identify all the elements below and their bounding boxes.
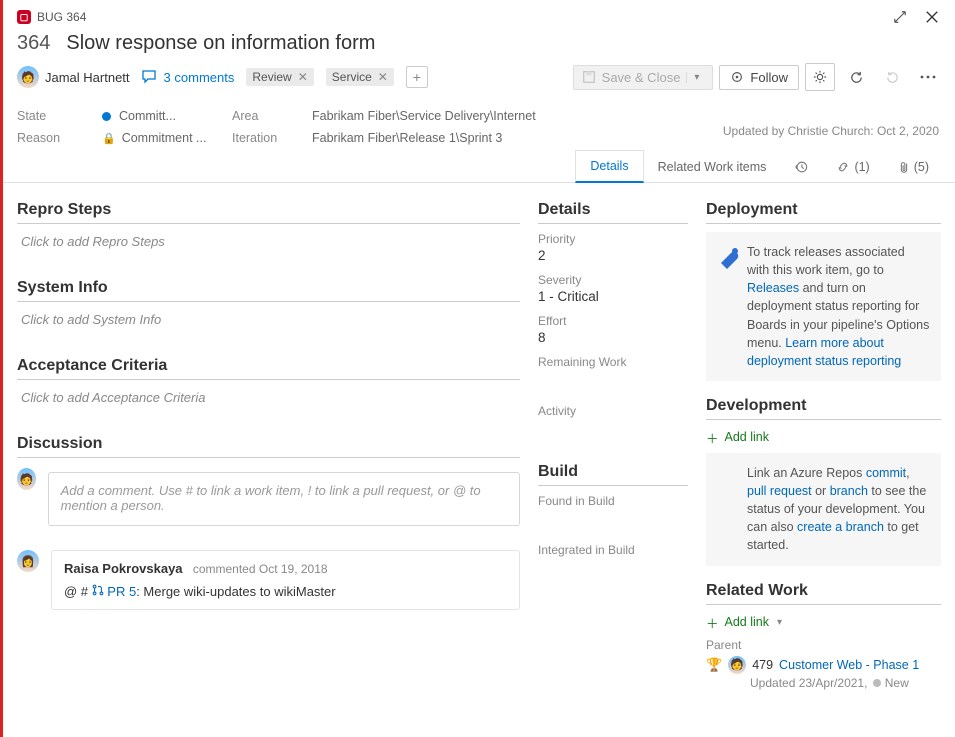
repro-steps-input[interactable]: Click to add Repro Steps [17, 232, 520, 251]
reason-value[interactable]: 🔒Commitment ... [102, 131, 232, 145]
tag-service[interactable]: Service ✕ [326, 68, 394, 86]
deployment-heading: Deployment [706, 201, 941, 219]
pull-request-icon [92, 584, 108, 599]
add-tag-button[interactable]: + [406, 66, 428, 88]
work-item-title[interactable]: Slow response on information form [66, 32, 375, 55]
severity-value[interactable]: 1 - Critical [538, 289, 688, 304]
remaining-work-value[interactable] [538, 371, 688, 386]
work-item-id: 364 [17, 32, 50, 55]
pr-link[interactable]: PR 5 [107, 584, 136, 599]
state-value[interactable]: Committ... [102, 109, 232, 123]
settings-icon[interactable] [805, 63, 835, 91]
system-info-heading: System Info [17, 279, 520, 297]
related-work-heading: Related Work [706, 582, 941, 600]
main-content: Repro Steps Click to add Repro Steps Sys… [3, 183, 955, 716]
priority-label: Priority [538, 232, 688, 246]
tab-links[interactable]: (1) [822, 152, 883, 182]
parent-link[interactable]: Customer Web - Phase 1 [779, 658, 919, 672]
remaining-work-label: Remaining Work [538, 355, 688, 369]
title-row: 364 Slow response on information form [3, 30, 955, 63]
details-heading: Details [538, 201, 688, 219]
more-actions-icon[interactable] [913, 63, 943, 91]
effort-label: Effort [538, 314, 688, 328]
comment-author: Raisa Pokrovskaya [64, 561, 183, 576]
repro-steps-heading: Repro Steps [17, 201, 520, 219]
updated-by-text: Updated by Christie Church: Oct 2, 2020 [723, 124, 939, 138]
avatar-icon: 👩 [17, 550, 39, 572]
avatar-icon: 🧑 [728, 656, 746, 674]
area-label: Area [232, 109, 312, 123]
assignee-picker[interactable]: 🧑 Jamal Hartnett [17, 66, 130, 88]
development-info: Link an Azure Repos commit, pull request… [706, 453, 941, 566]
col-left: Repro Steps Click to add Repro Steps Sys… [17, 195, 520, 716]
col-right: Deployment To track releases associated … [706, 195, 941, 716]
topbar-left: ▢ BUG 364 [17, 10, 86, 24]
comment-meta: commented Oct 19, 2018 [186, 562, 327, 576]
system-info-input[interactable]: Click to add System Info [17, 310, 520, 329]
area-value[interactable]: Fabrikam Fiber\Service Delivery\Internet [312, 109, 941, 123]
follow-button[interactable]: Follow [719, 65, 799, 90]
tag-remove-icon[interactable]: ✕ [298, 70, 308, 84]
assignee-name: Jamal Hartnett [45, 70, 130, 85]
header-actions: 🧑 Jamal Hartnett 3 comments Review ✕ Ser… [3, 63, 955, 95]
epic-icon: 🏆 [706, 657, 722, 673]
chevron-down-icon: ▾ [777, 617, 782, 628]
priority-value[interactable]: 2 [538, 248, 688, 263]
refresh-icon[interactable] [841, 63, 871, 91]
plus-icon: ＋ [706, 613, 719, 632]
related-add-link-button[interactable]: ＋Add link▾ [706, 613, 941, 632]
severity-label: Severity [538, 273, 688, 287]
parent-label: Parent [706, 638, 941, 652]
commit-link[interactable]: commit [866, 466, 906, 480]
save-dropdown-icon[interactable]: ▾ [686, 72, 704, 83]
found-in-build-value[interactable] [538, 510, 688, 525]
fullscreen-icon[interactable] [889, 6, 911, 28]
col-middle: Details Priority 2 Severity 1 - Critical… [538, 195, 688, 716]
state-dot-icon [873, 679, 881, 687]
save-close-button[interactable]: Save & Close ▾ [573, 65, 714, 90]
state-label: State [17, 109, 102, 123]
avatar-icon: 🧑 [17, 468, 36, 490]
comments-link[interactable]: 3 comments [142, 70, 235, 85]
acceptance-criteria-input[interactable]: Click to add Acceptance Criteria [17, 388, 520, 407]
tab-details[interactable]: Details [575, 150, 643, 183]
tabs: Details Related Work items (1) (5) [3, 151, 955, 183]
acceptance-criteria-heading: Acceptance Criteria [17, 357, 520, 375]
bug-icon: ▢ [17, 10, 31, 24]
pr-link[interactable]: pull request [747, 484, 812, 498]
tag-remove-icon[interactable]: ✕ [378, 70, 388, 84]
topbar: ▢ BUG 364 [3, 0, 955, 30]
close-icon[interactable] [921, 6, 943, 28]
parent-meta: Updated 23/Apr/2021, New [750, 676, 941, 690]
comment-item: Raisa Pokrovskaya commented Oct 19, 2018… [51, 550, 520, 610]
activity-value[interactable] [538, 420, 688, 435]
discussion-heading: Discussion [17, 435, 520, 453]
found-in-build-label: Found in Build [538, 494, 688, 508]
integrated-in-build-label: Integrated in Build [538, 543, 688, 557]
lock-icon: 🔒 [102, 133, 116, 145]
tab-attachments[interactable]: (5) [884, 152, 943, 182]
branch-link[interactable]: branch [830, 484, 868, 498]
create-branch-link[interactable]: create a branch [797, 520, 884, 534]
tab-history[interactable] [780, 152, 822, 182]
work-item-type-label: BUG 364 [37, 10, 86, 24]
parent-id: 479 [752, 658, 773, 672]
comment-input[interactable]: Add a comment. Use # to link a work item… [48, 472, 520, 526]
plus-icon: ＋ [706, 428, 719, 447]
dev-add-link-button[interactable]: ＋Add link [706, 428, 941, 447]
avatar-icon: 🧑 [17, 66, 39, 88]
pipeline-icon [717, 245, 739, 267]
effort-value[interactable]: 8 [538, 330, 688, 345]
iteration-label: Iteration [232, 131, 312, 145]
work-item-form: ▢ BUG 364 364 Slow response on informati… [0, 0, 955, 737]
tab-related[interactable]: Related Work items [644, 152, 781, 182]
activity-label: Activity [538, 404, 688, 418]
revert-icon[interactable] [877, 63, 907, 91]
build-heading: Build [538, 463, 688, 481]
releases-link[interactable]: Releases [747, 281, 799, 295]
development-heading: Development [706, 397, 941, 415]
tag-review[interactable]: Review ✕ [246, 68, 313, 86]
reason-label: Reason [17, 131, 102, 145]
deployment-info: To track releases associated with this w… [706, 232, 941, 381]
